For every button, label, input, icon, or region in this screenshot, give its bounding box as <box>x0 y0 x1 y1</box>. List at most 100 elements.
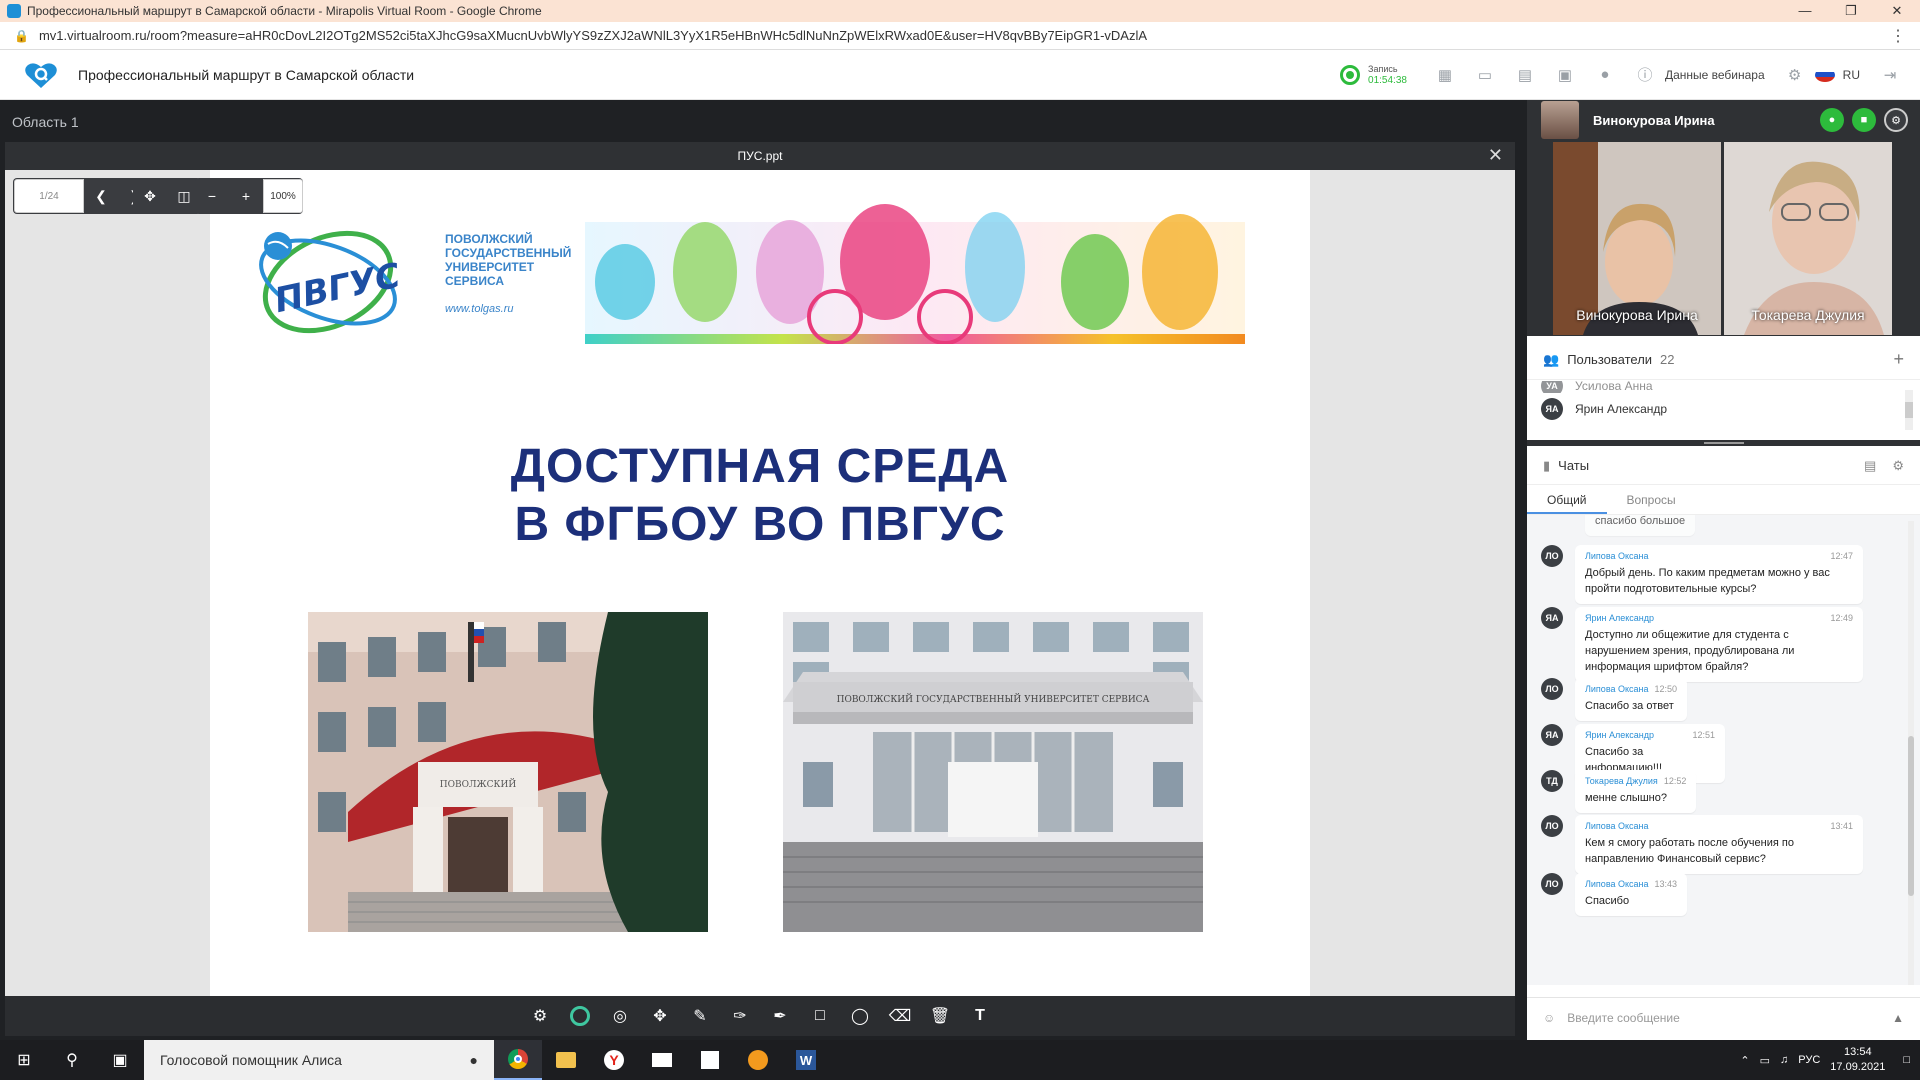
message-compose[interactable]: ☺ Введите сообщение ▲ <box>1527 997 1920 1037</box>
chat-message: ЛО Липова Оксана 12:50 Спасибо за ответ <box>1541 678 1688 721</box>
url-text[interactable]: mv1.virtualroom.ru/room?measure=aHR0cDov… <box>39 28 1147 43</box>
network-icon[interactable]: ▭ <box>1760 1054 1770 1067</box>
trash-icon[interactable]: 🗑 <box>924 1000 956 1032</box>
panel-splitter[interactable] <box>1527 440 1920 446</box>
record-indicator[interactable]: Запись 01:54:38 <box>1340 64 1407 86</box>
volume-icon[interactable]: ♫ <box>1780 1054 1788 1066</box>
taskbar-search-icon[interactable]: ⚲ <box>48 1040 96 1080</box>
browser-menu-icon[interactable]: ⋮ <box>1890 26 1906 46</box>
ellipse-icon[interactable]: ◯ <box>844 1000 876 1032</box>
page-navigator: 1/24 ❮ ❯ <box>13 178 152 214</box>
lock-icon[interactable]: 🔒 <box>14 29 29 43</box>
address-bar[interactable]: 🔒 mv1.virtualroom.ru/room?measure=aHR0cD… <box>0 22 1920 50</box>
eraser-icon[interactable]: ⌫ <box>884 1000 916 1032</box>
users-scrollbar[interactable] <box>1905 390 1913 430</box>
marker-icon[interactable]: ✒ <box>764 1000 796 1032</box>
tab-questions[interactable]: Вопросы <box>1607 485 1696 514</box>
chat-export-icon[interactable]: ▤ <box>1864 458 1876 474</box>
zoom-in-icon[interactable]: + <box>229 178 263 214</box>
documents-icon[interactable]: ▤ <box>1505 60 1545 90</box>
text-tool-icon[interactable]: T <box>964 1000 996 1032</box>
message-author[interactable]: Ярин Александр <box>1585 730 1654 740</box>
zoom-tools: − + 100% <box>195 178 303 214</box>
pencil-icon[interactable]: ✎ <box>684 1000 716 1032</box>
chats-section-header[interactable]: ▮ Чаты ▤ ⚙ <box>1527 447 1920 485</box>
exit-icon[interactable]: ⇥ <box>1870 60 1910 90</box>
emoji-icon[interactable]: ☺ <box>1543 1011 1555 1025</box>
clock-date: 17.09.2021 <box>1830 1061 1886 1073</box>
page-indicator[interactable]: 1/24 <box>14 179 84 213</box>
zoom-value[interactable]: 100% <box>263 179 303 213</box>
word-icon[interactable]: W <box>782 1040 830 1080</box>
add-user-icon[interactable]: + <box>1893 349 1904 370</box>
restore-icon[interactable]: ❐ <box>1828 3 1874 19</box>
photo2-sign: ПОВОЛЖСКИЙ ГОСУДАРСТВЕННЫЙ УНИВЕРСИТЕТ С… <box>837 693 1150 705</box>
send-icon[interactable]: ▲ <box>1892 1011 1904 1025</box>
message-author[interactable]: Токарева Джулия <box>1585 776 1658 786</box>
mail-icon[interactable] <box>638 1040 686 1080</box>
prev-page-icon[interactable]: ❮ <box>84 178 118 214</box>
video-settings-icon[interactable]: ⚙ <box>1884 108 1908 132</box>
language-label[interactable]: RU <box>1843 68 1860 82</box>
notifications-icon[interactable]: □ <box>1903 1054 1910 1066</box>
user-row-partial[interactable]: УА Усилова Анна <box>1541 381 1653 393</box>
compose-input[interactable]: Введите сообщение <box>1567 1011 1680 1025</box>
pvgus-logo-text: ПВГУС <box>271 256 400 322</box>
pointer-icon[interactable]: ◎ <box>604 1000 636 1032</box>
ball-app-icon[interactable] <box>734 1040 782 1080</box>
chrome-app-icon[interactable] <box>494 1040 542 1080</box>
chat-settings-icon[interactable]: ⚙ <box>1892 458 1904 474</box>
voice-assistant-search[interactable]: Голосовой помощник Алиса ● <box>144 1040 494 1080</box>
users-section-header[interactable]: 👥 Пользователи 22 + <box>1527 340 1920 380</box>
user-name: Ярин Александр <box>1575 402 1668 416</box>
video-tile-2[interactable]: Токарева Джулия <box>1724 142 1892 335</box>
minimize-icon[interactable]: — <box>1782 3 1828 19</box>
yandex-browser-icon[interactable]: Y <box>590 1040 638 1080</box>
user-row[interactable]: ЯА Ярин Александр <box>1541 398 1667 420</box>
russia-flag-icon[interactable] <box>1814 67 1835 82</box>
camera-icon[interactable]: ■ <box>1852 108 1876 132</box>
file-explorer-icon[interactable] <box>542 1040 590 1080</box>
chat-messages: спасибо большое ЛО Липова Оксана 12:47 До… <box>1527 515 1920 985</box>
chat-scrollbar[interactable] <box>1908 521 1914 985</box>
settings-gear-icon[interactable]: ⚙ <box>1775 60 1815 90</box>
user-icon[interactable]: ● <box>1585 60 1625 90</box>
record-time: 01:54:38 <box>1368 74 1407 86</box>
draw-settings-icon[interactable]: ⚙ <box>524 1000 556 1032</box>
message-author[interactable]: Липова Оксана <box>1585 684 1649 694</box>
clock[interactable]: 13:54 17.09.2021 <box>1830 1045 1885 1075</box>
video-tile-1[interactable]: Винокурова Ирина <box>1553 142 1721 335</box>
message-author[interactable]: Ярин Александр <box>1585 613 1654 623</box>
chat-message-partial: спасибо большое <box>1585 515 1696 536</box>
message-author[interactable]: Липова Оксана <box>1585 879 1649 889</box>
message-author[interactable]: Липова Оксана <box>1585 551 1649 561</box>
microphone-icon[interactable]: ● <box>1820 108 1844 132</box>
message-text: Доступно ли общежитие для студента с нар… <box>1585 629 1795 673</box>
fit-page-icon[interactable]: ✥ <box>133 178 167 214</box>
tray-chevron-icon[interactable]: ⌃ <box>1740 1054 1749 1067</box>
screen-share-icon[interactable]: ▭ <box>1465 60 1505 90</box>
right-panel: Винокурова Ирина ● ■ ⚙ Винокурова Ирина <box>1527 100 1920 1040</box>
folder-icon[interactable]: ▣ <box>1545 60 1585 90</box>
message-text: Добрый день. По каким предметам можно у … <box>1585 567 1830 595</box>
mic-icon[interactable]: ● <box>470 1052 478 1068</box>
move-icon[interactable]: ✥ <box>644 1000 676 1032</box>
sticky-notes-icon[interactable] <box>686 1040 734 1080</box>
system-tray: ⌃ ▭ ♫ РУС 13:54 17.09.2021 □ <box>1740 1045 1910 1075</box>
webinar-data-link[interactable]: Данные вебинара <box>1665 68 1765 82</box>
close-window-icon[interactable]: ✕ <box>1874 3 1920 19</box>
info-icon[interactable]: ⓘ <box>1625 60 1665 90</box>
message-author[interactable]: Липова Оксана <box>1585 821 1649 831</box>
message-avatar: ТД <box>1541 770 1563 792</box>
windows-start-icon[interactable]: ⊞ <box>0 1040 48 1080</box>
color-picker-icon[interactable] <box>564 1000 596 1032</box>
pen-icon[interactable]: ✑ <box>724 1000 756 1032</box>
close-document-icon[interactable]: ✕ <box>1488 145 1503 166</box>
layout-grid-icon[interactable]: ▦ <box>1425 60 1465 90</box>
message-text: менне слышно? <box>1585 792 1667 804</box>
input-language[interactable]: РУС <box>1798 1054 1820 1066</box>
tab-general[interactable]: Общий <box>1527 485 1607 514</box>
task-view-icon[interactable]: ▣ <box>96 1040 144 1080</box>
zoom-out-icon[interactable]: − <box>195 178 229 214</box>
rectangle-icon[interactable]: □ <box>804 1000 836 1032</box>
